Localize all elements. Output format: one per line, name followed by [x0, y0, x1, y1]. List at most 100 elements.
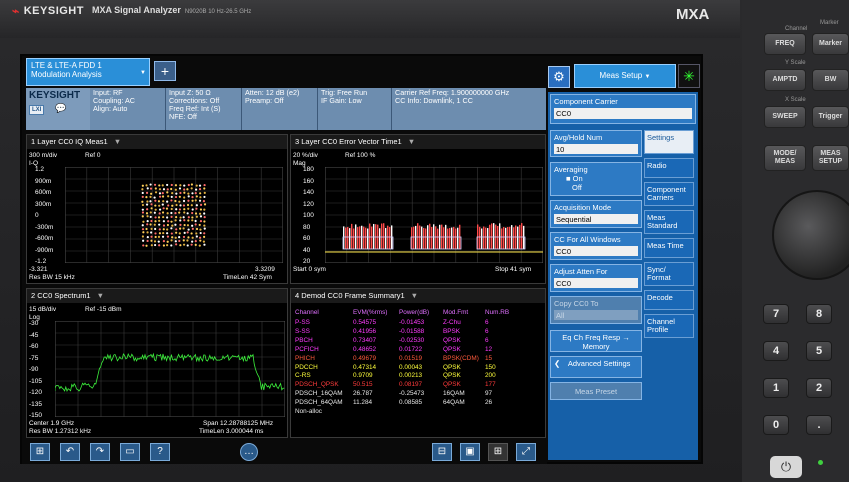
summary-cell: 26 [485, 399, 515, 406]
key-dot[interactable]: . [806, 415, 832, 435]
windows-icon[interactable]: ⊞ [30, 443, 50, 461]
key-1[interactable]: 1 [763, 378, 789, 398]
scale-label: 20 %/div [293, 152, 318, 159]
cc-for-all-windows[interactable]: CC For All Windows CC0 [550, 232, 642, 260]
evm-bar [451, 228, 452, 249]
tab-meas-standard[interactable]: Meas Standard [644, 210, 694, 234]
tab-sync-format[interactable]: Sync/ Format [644, 262, 694, 286]
zoom-window-icon[interactable]: ▣ [460, 443, 480, 461]
eq-ch-freq-resp-button[interactable]: Eq Ch Freq Resp → Memory [550, 330, 642, 352]
constellation-point [183, 196, 185, 198]
tab-decode[interactable]: Decode [644, 290, 694, 310]
evm-bar [483, 226, 484, 249]
summary-cell: 0.08585 [399, 399, 443, 406]
gear-icon[interactable]: ⚙ [548, 66, 570, 88]
constellation-point [166, 201, 168, 203]
meas-setup-tab[interactable]: Meas Setup ▼ [574, 64, 676, 88]
amptd-button[interactable]: AMPTD [764, 69, 806, 91]
averaging-toggle[interactable]: Averaging ■ On Off [550, 162, 642, 196]
constellation-point [150, 183, 152, 185]
meas-preset-button[interactable]: Meas Preset [550, 382, 642, 400]
comment-icon[interactable]: 💬 [55, 103, 66, 113]
key-8[interactable]: 8 [806, 304, 832, 324]
summary-cell: QPSK [443, 346, 485, 353]
constellation-point [142, 196, 144, 198]
key-5[interactable]: 5 [806, 341, 832, 361]
summary-cell [399, 408, 443, 415]
constellation-point [154, 232, 156, 234]
constellation-point [179, 196, 181, 198]
layout-icon[interactable]: ⊟ [432, 443, 452, 461]
sweep-button[interactable]: SWEEP [764, 106, 806, 128]
chat-icon[interactable]: … [240, 443, 258, 461]
constellation-point [174, 212, 176, 214]
window-spectrum[interactable]: 2 CC0 Spectrum1 ▼ 15 dB/div Ref -15 dBm L… [26, 288, 288, 438]
constellation-point [192, 237, 194, 239]
component-carrier-select[interactable]: Component Carrier CC0 [550, 94, 696, 124]
keysight-logo-icon: ⌁ [12, 4, 20, 18]
copy-cc0-to[interactable]: Copy CC0 To All [550, 296, 642, 324]
constellation-point [170, 216, 172, 218]
adjust-atten-for[interactable]: Adjust Atten For CC0 [550, 264, 642, 292]
window-frame-summary[interactable]: 4 Demod CC0 Frame Summary1 ▼ Channel EVM(… [290, 288, 546, 438]
info-atten: Atten: 12 dB (e2) Preamp: Off [242, 88, 318, 130]
help-icon[interactable]: ? [150, 443, 170, 461]
trigger-button[interactable]: Trigger [812, 106, 849, 128]
constellation-point [186, 239, 188, 241]
constellation-point [179, 192, 181, 194]
summary-cell: 15 [485, 355, 515, 362]
constellation-point [159, 196, 161, 198]
constellation-point [159, 212, 161, 214]
constellation-point [154, 184, 156, 186]
folder-icon[interactable]: ▭ [120, 443, 140, 461]
key-4[interactable]: 4 [763, 341, 789, 361]
constellation-point [163, 228, 165, 230]
summary-row: PBCH 0.73407 -0.02530 QPSK 6 [295, 337, 515, 344]
key-2[interactable]: 2 [806, 378, 832, 398]
constellation-point [179, 187, 181, 189]
tab-meas-time[interactable]: Meas Time [644, 238, 694, 258]
info-trigger: Trig: Free Run IF Gain: Low [318, 88, 392, 130]
evm-bar [493, 223, 494, 249]
meas-setup-hw-button[interactable]: MEAS SETUP [812, 145, 849, 171]
constellation-point [195, 244, 197, 246]
summary-row: P-SS 0.54575 -0.01453 Z-Chu 6 [295, 319, 515, 326]
tab-channel-profile[interactable]: Channel Profile [644, 314, 694, 338]
tab-component-carriers[interactable]: Component Carriers [644, 182, 694, 206]
mode-tab[interactable]: LTE & LTE-A FDD 1 Modulation Analysis ▼ [26, 58, 150, 86]
summary-row: PCFICH 0.48652 0.01722 QPSK 12 [295, 346, 515, 353]
constellation-point [150, 188, 152, 190]
advanced-settings-button[interactable]: ❮ Advanced Settings [550, 356, 642, 378]
constellation-point [171, 232, 173, 234]
window-iq-meas[interactable]: 1 Layer CC0 IQ Meas1 ▼ 300 m/div Ref 0 I-… [26, 134, 288, 284]
constellation-point [174, 224, 176, 226]
marker-button[interactable]: Marker [812, 33, 849, 55]
tab-radio[interactable]: Radio [644, 158, 694, 178]
key-0[interactable]: 0 [763, 415, 789, 435]
window-error-vector[interactable]: 3 Layer CC0 Error Vector Time1 ▼ 20 %/div… [290, 134, 546, 284]
constellation-point [183, 236, 185, 238]
fullscreen-icon[interactable]: ⤢ [516, 443, 536, 461]
redo-icon[interactable]: ↷ [90, 443, 110, 461]
key-7[interactable]: 7 [763, 304, 789, 324]
avg-hold-num[interactable]: Avg/Hold Num 10 [550, 130, 642, 157]
mode-meas-button[interactable]: MODE/ MEAS [764, 145, 806, 171]
tab-settings[interactable]: Settings [644, 130, 694, 154]
avg-hold-value[interactable]: 10 [554, 144, 638, 154]
add-screen-button[interactable]: + [154, 61, 176, 81]
bw-button[interactable]: BW [812, 69, 849, 91]
constellation-point [183, 219, 185, 221]
undo-icon[interactable]: ↶ [60, 443, 80, 461]
constellation-point [171, 225, 173, 227]
freq-button[interactable]: FREQ [764, 33, 806, 55]
evm-plot [325, 167, 543, 263]
acquisition-mode[interactable]: Acquisition Mode Sequential [550, 200, 642, 228]
summary-cell: 50.515 [353, 381, 399, 388]
status-star-icon[interactable]: ✳ [678, 64, 700, 88]
power-button[interactable]: ⏻ [770, 456, 802, 478]
evm-bar [367, 228, 368, 249]
evm-bar [423, 228, 424, 249]
grid-icon[interactable]: ⊞ [488, 443, 508, 461]
constellation-point [199, 229, 201, 231]
constellation-point [203, 232, 205, 234]
